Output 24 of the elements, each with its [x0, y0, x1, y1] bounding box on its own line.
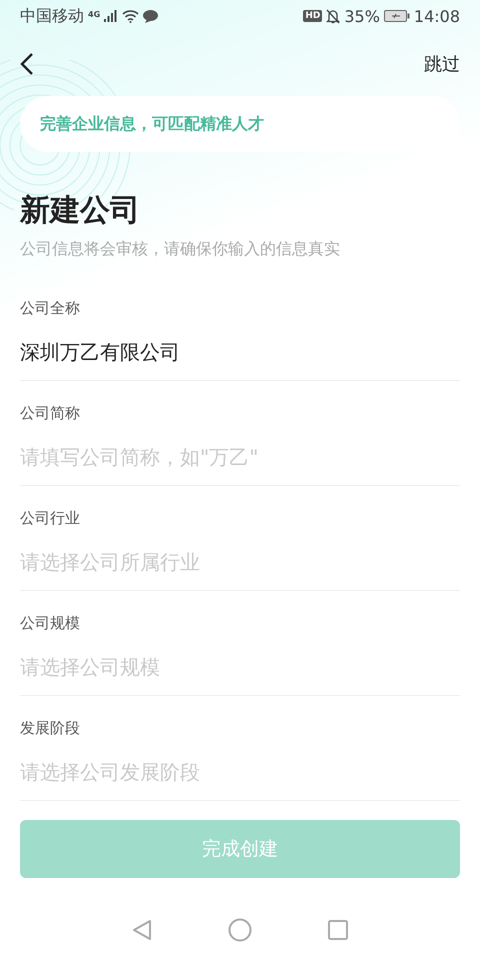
bell-off-icon [326, 8, 340, 24]
banner-text: 完善企业信息，可匹配精准人才 [40, 114, 264, 134]
page-title: 新建公司 [20, 192, 141, 230]
field-label: 公司全称 [20, 299, 81, 318]
clock-time: 14:08 [414, 6, 460, 26]
carrier-name: 中国移动 [20, 6, 84, 26]
hd-badge: HD [303, 10, 322, 22]
wifi-icon [122, 10, 140, 22]
battery-icon [384, 10, 410, 22]
input-field[interactable]: 深圳万乙有限公司 [20, 332, 460, 381]
network-type: 4G [88, 10, 100, 18]
field-label: 发展阶段 [20, 719, 81, 738]
back-icon[interactable] [20, 52, 34, 76]
page-subtitle: 公司信息将会审核，请确保你输入的信息真实 [20, 239, 341, 260]
battery-percent: 35% [344, 6, 380, 26]
home-nav-icon[interactable] [228, 918, 252, 942]
chat-bubble-icon [143, 10, 158, 22]
recents-nav-icon[interactable] [328, 920, 348, 940]
signal-icon [104, 10, 118, 22]
skip-button[interactable]: 跳过 [424, 52, 460, 76]
field-label: 公司行业 [20, 509, 81, 528]
field-label: 公司简称 [20, 404, 81, 423]
field-label: 公司规模 [20, 614, 81, 633]
back-nav-icon[interactable] [132, 919, 152, 941]
